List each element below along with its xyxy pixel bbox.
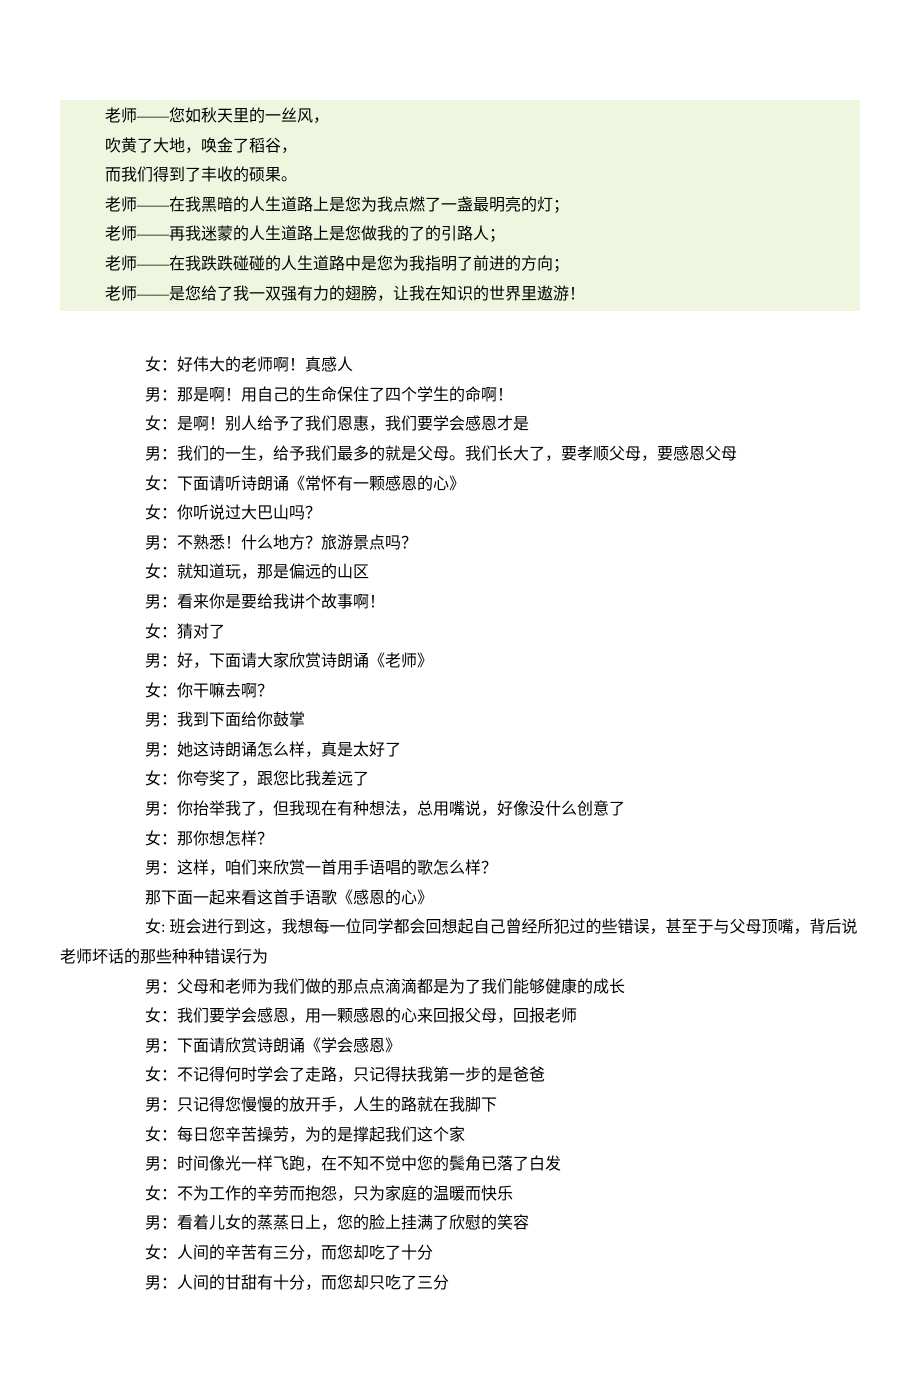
- dialogue-line: 男：看来你是要给我讲个故事啊！: [60, 588, 860, 618]
- dialogue-line: 男：这样，咱们来欣赏一首用手语唱的歌怎么样？: [60, 854, 860, 884]
- dialogue-line: 男：不熟悉！什么地方？旅游景点吗？: [60, 529, 860, 559]
- dialogue-line: 女：就知道玩，那是偏远的山区: [60, 558, 860, 588]
- dialogue-line: 女：下面请听诗朗诵《常怀有一颗感恩的心》: [60, 470, 860, 500]
- dialogue-line: 女：我们要学会感恩，用一颗感恩的心来回报父母，回报老师: [60, 1002, 860, 1032]
- dialogue-line: 男：好，下面请大家欣赏诗朗诵《老师》: [60, 647, 860, 677]
- dialogue-line: 女：每日您辛苦操劳，为的是撑起我们这个家: [60, 1121, 860, 1151]
- dialogue-line: 女：人间的辛苦有三分，而您却吃了十分: [60, 1239, 860, 1269]
- dialogue-line: 女：那你想怎样？: [60, 825, 860, 855]
- poem-line: 老师——在我跌跌碰碰的人生道路中是您为我指明了前进的方向；: [60, 250, 860, 280]
- dialogue-line: 男：她这诗朗诵怎么样，真是太好了: [60, 736, 860, 766]
- poem-section: 老师——您如秋天里的一丝风， 吹黄了大地，唤金了稻谷， 而我们得到了丰收的硕果。…: [60, 100, 860, 311]
- dialogue-line: 男：我们的一生，给予我们最多的就是父母。我们长大了，要孝顺父母，要感恩父母: [60, 440, 860, 470]
- dialogue-line: 男：我到下面给你鼓掌: [60, 706, 860, 736]
- dialogue-line: 男：父母和老师为我们做的那点点滴滴都是为了我们能够健康的成长: [60, 973, 860, 1003]
- dialogue-line: 女：好伟大的老师啊！真感人: [60, 351, 860, 381]
- dialogue-line: 男：只记得您慢慢的放开手，人生的路就在我脚下: [60, 1091, 860, 1121]
- dialogue-line: 男：你抬举我了，但我现在有种想法，总用嘴说，好像没什么创意了: [60, 795, 860, 825]
- narrative-line: 那下面一起来看这首手语歌《感恩的心》: [60, 884, 860, 914]
- dialogue-line: 男：看着儿女的蒸蒸日上，您的脸上挂满了欣慰的笑容: [60, 1209, 860, 1239]
- dialogue-line: 女：你听说过大巴山吗？: [60, 499, 860, 529]
- dialogue-line: 女：猜对了: [60, 618, 860, 648]
- poem-line: 老师——再我迷蒙的人生道路上是您做我的了的引路人；: [60, 220, 860, 250]
- dialogue-section: 女：好伟大的老师啊！真感人 男：那是啊！用自己的生命保住了四个学生的命啊！ 女：…: [60, 351, 860, 1298]
- dialogue-line: 男：那是啊！用自己的生命保住了四个学生的命啊！: [60, 381, 860, 411]
- dialogue-line: 女：不为工作的辛劳而抱怨，只为家庭的温暖而快乐: [60, 1180, 860, 1210]
- dialogue-line: 男：时间像光一样飞跑，在不知不觉中您的鬓角已落了白发: [60, 1150, 860, 1180]
- dialogue-line: 女：你夸奖了，跟您比我差远了: [60, 765, 860, 795]
- dialogue-line: 女：不记得何时学会了走路，只记得扶我第一步的是爸爸: [60, 1061, 860, 1091]
- poem-line: 吹黄了大地，唤金了稻谷，: [60, 132, 860, 162]
- poem-line: 老师——在我黑暗的人生道路上是您为我点燃了一盏最明亮的灯；: [60, 191, 860, 221]
- dialogue-line: 女：是啊！别人给予了我们恩惠，我们要学会感恩才是: [60, 410, 860, 440]
- dialogue-line: 男：人间的甘甜有十分，而您却只吃了三分: [60, 1269, 860, 1299]
- poem-line: 而我们得到了丰收的硕果。: [60, 161, 860, 191]
- dialogue-line-wrapped: 女: 班会进行到这，我想每一位同学都会回想起自己曾经所犯过的些错误，甚至于与父母…: [60, 913, 860, 972]
- poem-line: 老师——是您给了我一双强有力的翅膀，让我在知识的世界里遨游！: [60, 280, 860, 310]
- poem-line: 老师——您如秋天里的一丝风，: [60, 102, 860, 132]
- dialogue-line: 男：下面请欣赏诗朗诵《学会感恩》: [60, 1032, 860, 1062]
- dialogue-line: 女：你干嘛去啊？: [60, 677, 860, 707]
